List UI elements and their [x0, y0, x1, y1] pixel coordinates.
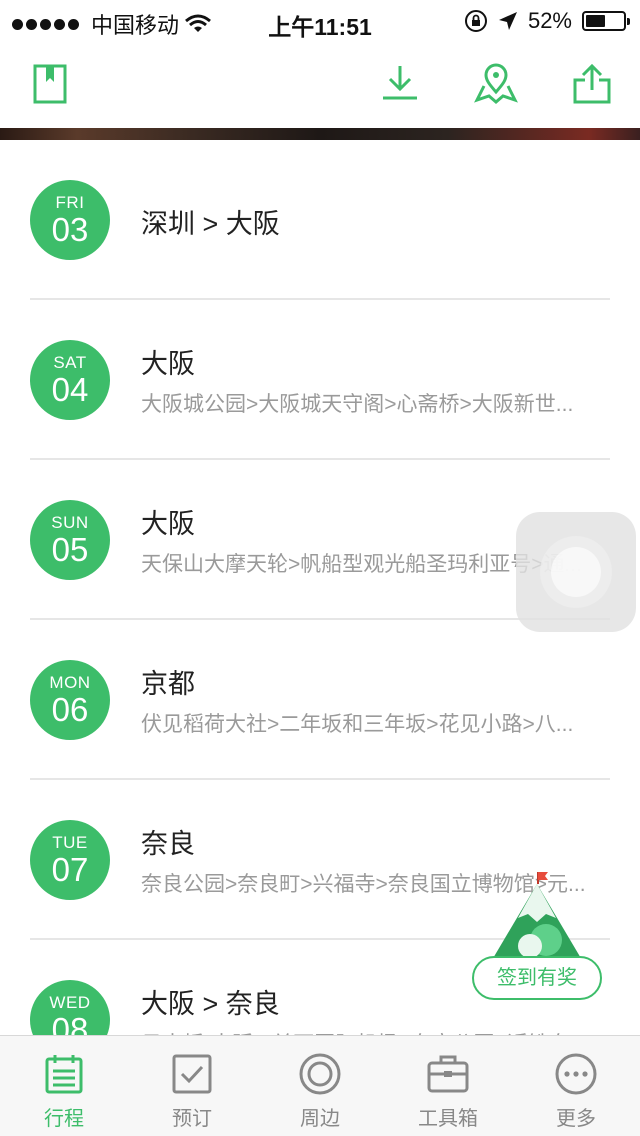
itinerary-row[interactable]: SAT 04 大阪大阪城公园>大阪城天守阁>心斋桥>大阪新世... — [0, 300, 640, 460]
more-icon — [554, 1052, 598, 1096]
day-of-month: 06 — [51, 691, 89, 728]
day-of-week: WED — [49, 993, 91, 1012]
day-of-week: MON — [49, 673, 91, 692]
route-stops: 伏见稻荷大社>二年坂和三年坂>花见小路>八... — [141, 713, 574, 736]
tab-label: 周边 — [300, 1108, 340, 1130]
route-title: 奈良 — [141, 829, 195, 859]
itinerary-row[interactable]: FRI 03 深圳 > 大阪 — [0, 140, 640, 300]
day-of-week: SUN — [51, 513, 89, 532]
tab-itinerary[interactable]: 行程 — [0, 1036, 128, 1136]
day-of-month: 07 — [51, 851, 89, 888]
route-title: 大阪 > 奈良 — [141, 989, 280, 1019]
day-of-month: 03 — [51, 211, 89, 248]
tab-label: 工具箱 — [418, 1108, 478, 1130]
download-icon[interactable] — [378, 62, 422, 106]
checkin-button[interactable]: 签到有奖 — [472, 956, 602, 1000]
booking-check-icon — [170, 1052, 214, 1096]
status-right: 52% — [464, 8, 630, 34]
nearby-icon — [298, 1052, 342, 1096]
day-of-week: SAT — [53, 353, 87, 372]
cover-image-strip — [0, 128, 640, 140]
tab-booking-check[interactable]: 预订 — [128, 1036, 256, 1136]
toolbox-icon — [426, 1052, 470, 1096]
itinerary-icon — [42, 1052, 86, 1096]
tab-toolbox[interactable]: 工具箱 — [384, 1036, 512, 1136]
mountain-flag-icon — [492, 872, 582, 960]
day-badge: TUE 07 — [30, 820, 110, 900]
day-of-week: FRI — [55, 193, 85, 212]
share-icon[interactable] — [570, 62, 614, 106]
day-badge: MON 06 — [30, 660, 110, 740]
battery-fill — [586, 15, 605, 27]
route-title: 深圳 > 大阪 — [141, 209, 280, 239]
rotation-lock-icon — [464, 10, 487, 32]
map-pin-icon[interactable] — [474, 62, 518, 106]
day-of-month: 05 — [51, 531, 89, 568]
day-of-month: 04 — [51, 371, 89, 408]
tab-label: 更多 — [556, 1108, 596, 1130]
battery-percent: 52% — [527, 8, 572, 33]
route-title: 京都 — [141, 669, 195, 699]
itinerary-row[interactable]: MON 06 京都伏见稻荷大社>二年坂和三年坂>花见小路>八... — [0, 620, 640, 780]
location-arrow-icon — [498, 12, 517, 30]
day-of-week: TUE — [52, 833, 88, 852]
route-stops: 大阪城公园>大阪城天守阁>心斋桥>大阪新世... — [141, 393, 574, 416]
day-badge: SUN 05 — [30, 500, 110, 580]
route-title: 大阪 — [141, 509, 195, 539]
tab-label: 行程 — [44, 1108, 84, 1130]
tab-bar: 行程 预订 周边 工具箱 更多 — [0, 1035, 640, 1136]
day-of-month: 08 — [51, 1011, 89, 1036]
tab-nearby[interactable]: 周边 — [256, 1036, 384, 1136]
assistive-touch-button[interactable] — [516, 512, 636, 632]
checkin-badge[interactable]: 签到有奖 — [472, 868, 602, 1000]
tab-label: 预订 — [172, 1108, 212, 1130]
day-badge: FRI 03 — [30, 180, 110, 260]
day-badge: SAT 04 — [30, 340, 110, 420]
bookmark-icon[interactable] — [28, 62, 72, 106]
route-title: 大阪 — [141, 349, 195, 379]
battery-icon — [582, 11, 630, 31]
assistive-touch-core — [551, 547, 601, 597]
day-badge: WED 08 — [30, 980, 110, 1036]
status-bar: 中国移动 上午11:51 52% — [0, 0, 640, 40]
top-toolbar — [0, 40, 640, 128]
tab-more[interactable]: 更多 — [512, 1036, 640, 1136]
